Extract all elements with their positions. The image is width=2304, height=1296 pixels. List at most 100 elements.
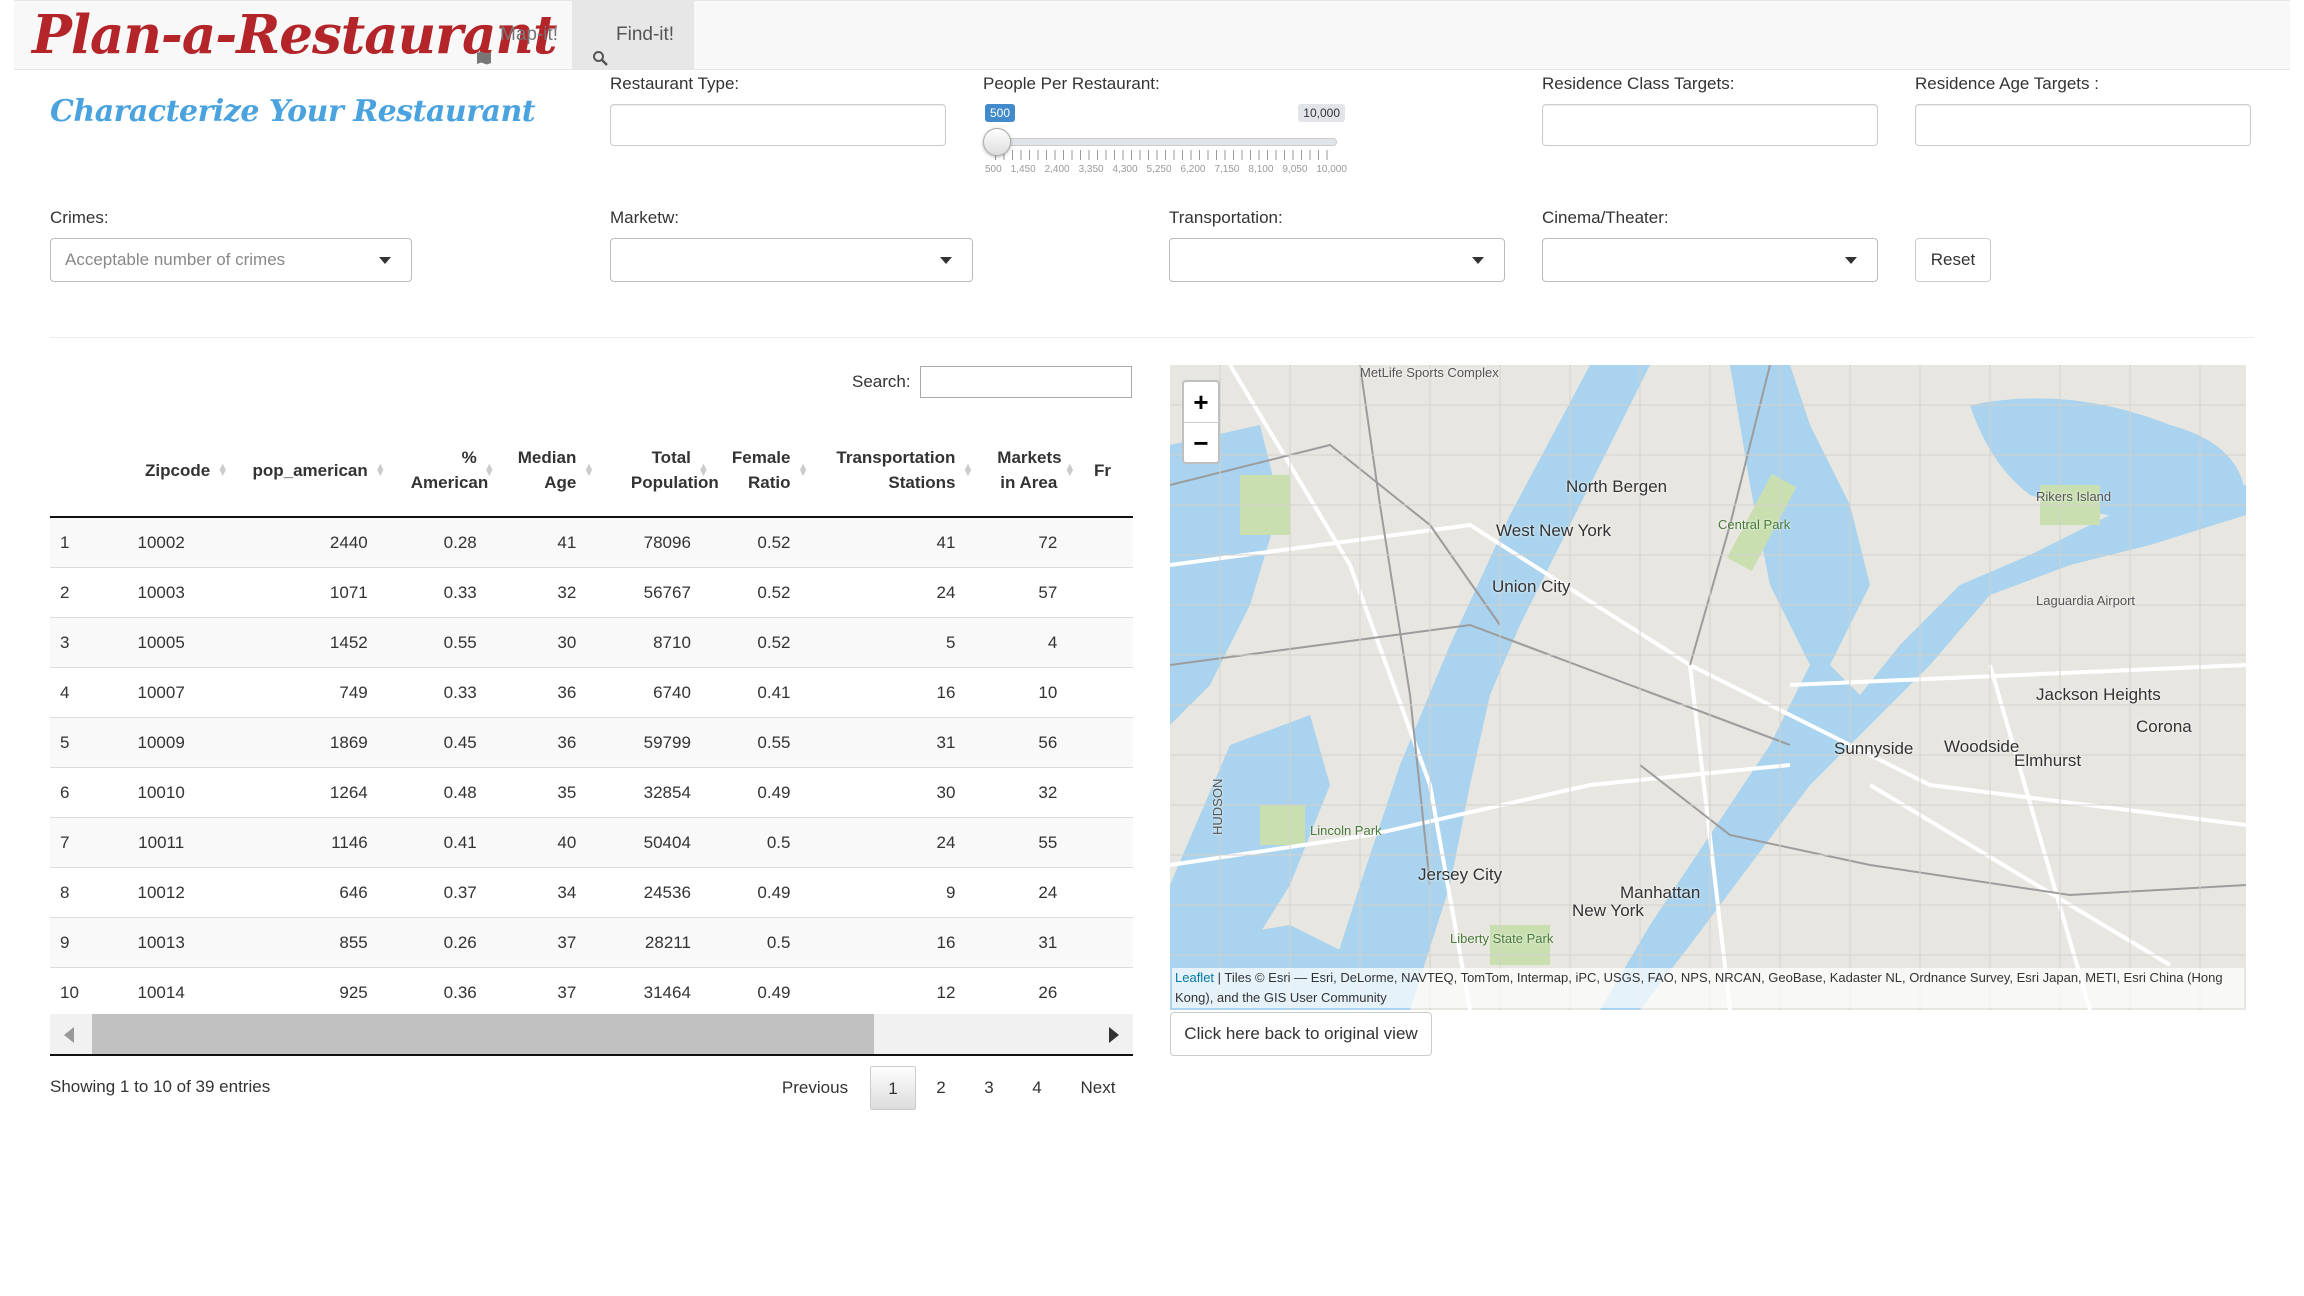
slider-track[interactable] (993, 138, 1337, 146)
search-input[interactable] (920, 366, 1132, 398)
table-cell: 59799 (598, 717, 713, 768)
table-cell (1079, 867, 1133, 918)
scroll-left-icon[interactable] (64, 1027, 74, 1043)
table-cell: 0.48 (389, 767, 499, 818)
pagination-page-1[interactable]: 1 (870, 1066, 916, 1110)
table-cell: 37 (498, 917, 599, 968)
slider-grid-label: 6,200 (1180, 164, 1206, 175)
table-cell: 10010 (106, 767, 233, 818)
table-cell (1079, 516, 1133, 568)
tab-find-it[interactable]: Find-it! (572, 1, 695, 69)
map-label-liberty-state-park: Liberty State Park (1450, 931, 1554, 946)
search-icon (592, 27, 608, 66)
table-info: Showing 1 to 10 of 39 entries (50, 1077, 271, 1096)
column-header[interactable]: pop_american ▲ ▼ (232, 424, 390, 518)
column-header[interactable]: % American ▲ ▼ (389, 424, 499, 518)
cinema-label: Cinema/Theater: (1542, 208, 1669, 227)
table-cell: 0.5 (712, 817, 813, 868)
slider-handle[interactable] (983, 128, 1011, 156)
table-cell: 37 (498, 967, 599, 1014)
column-header[interactable]: Female Ratio ▲ ▼ (712, 424, 813, 518)
column-header[interactable]: Transportation Stations ▲ ▼ (812, 424, 978, 518)
table-row[interactable]: 7 10011 1146 0.41 40 50404 0.5 24 55 (50, 817, 1133, 868)
pagination-previous[interactable]: Previous (770, 1066, 860, 1110)
table-cell (1079, 667, 1133, 718)
table-cell (1079, 967, 1133, 1014)
table-cell: 10013 (106, 917, 233, 968)
scrollbar-thumb[interactable] (92, 1014, 874, 1054)
table-cell: 55 (977, 817, 1080, 868)
map-label-sunnyside: Sunnyside (1834, 739, 1914, 758)
table-cell: 0.49 (712, 867, 813, 918)
residence-class-input[interactable] (1542, 104, 1878, 146)
zoom-control: + − (1182, 380, 1220, 464)
table-cell: 10 (50, 967, 107, 1014)
horizontal-scrollbar[interactable] (50, 1014, 1133, 1056)
pagination-next[interactable]: Next (1070, 1066, 1126, 1110)
column-header[interactable]: Median Age ▲ ▼ (498, 424, 599, 518)
crimes-select[interactable]: Acceptable number of crimes (50, 238, 412, 282)
table-row[interactable]: 1 10002 2440 0.28 41 78096 0.52 41 72 (50, 516, 1133, 568)
reset-map-view-button[interactable]: Click here back to original view (1170, 1012, 1432, 1056)
table-cell: 31 (812, 717, 978, 768)
table-cell: 10011 (106, 817, 233, 868)
table-cell: 9 (50, 917, 107, 968)
map-label-rikers: Rikers Island (2036, 489, 2112, 504)
navbar: Plan-a-Restaurant Map-it! Find-it! (14, 0, 2290, 70)
table-cell: 0.5 (712, 917, 813, 968)
column-header[interactable]: Zipcode ▲ ▼ (106, 424, 233, 518)
table-cell: 10 (977, 667, 1080, 718)
zoom-in-button[interactable]: + (1184, 382, 1218, 423)
table-cell: 8710 (598, 617, 713, 668)
scroll-right-icon[interactable] (1109, 1027, 1119, 1043)
pagination-page-4[interactable]: 4 (1014, 1066, 1060, 1110)
table-row[interactable]: 5 10009 1869 0.45 36 59799 0.55 31 56 (50, 717, 1133, 768)
cinema-select[interactable] (1542, 238, 1878, 282)
table-cell: 0.55 (712, 717, 813, 768)
map-label-metlife: MetLife Sports Complex (1360, 365, 1499, 380)
table-row[interactable]: 9 10013 855 0.26 37 28211 0.5 16 31 (50, 917, 1133, 968)
chevron-down-icon (940, 257, 952, 264)
table-cell: 32854 (598, 767, 713, 818)
table-cell: 24 (812, 817, 978, 868)
table-cell: 6 (50, 767, 107, 818)
people-per-restaurant-slider[interactable]: 500 10,000 500 1,450 2,400 3,350 4,300 5,250 6… (983, 100, 1347, 180)
map-label-lincoln-park: Lincoln Park (1310, 823, 1382, 838)
table-cell (1079, 567, 1133, 618)
table-row[interactable]: 2 10003 1071 0.33 32 56767 0.52 24 57 (50, 567, 1133, 618)
reset-button[interactable]: Reset (1915, 238, 1991, 282)
map-view[interactable]: North Bergen West New York Union City Je… (1170, 365, 2246, 1010)
table-header-row: Zipcode ▲ ▼ pop_american ▲ ▼% American ▲ ▼ Media… (50, 424, 1133, 518)
table-row[interactable]: 10 10014 925 0.36 37 31464 0.49 12 26 (50, 967, 1133, 1014)
table-cell: 3 (50, 617, 107, 668)
residence-age-input[interactable] (1915, 104, 2251, 146)
table-cell (1079, 817, 1133, 868)
table-cell: 10009 (106, 717, 233, 768)
pagination-page-3[interactable]: 3 (966, 1066, 1012, 1110)
transportation-select[interactable] (1169, 238, 1505, 282)
restaurant-type-input[interactable] (610, 104, 946, 146)
table-row[interactable]: 3 10005 1452 0.55 30 8710 0.52 5 4 (50, 617, 1133, 668)
tab-map-it[interactable]: Map-it! (456, 1, 578, 69)
table-row[interactable]: 8 10012 646 0.37 34 24536 0.49 9 24 (50, 867, 1133, 918)
pagination-page-2[interactable]: 2 (918, 1066, 964, 1110)
column-header[interactable]: Total Population ▲ ▼ (598, 424, 719, 518)
table-cell: 32 (498, 567, 599, 618)
results-table: Zipcode ▲ ▼ pop_american ▲ ▼% American ▲ ▼ Media… (50, 424, 1133, 1014)
table-cell: 24 (977, 867, 1080, 918)
column-header-label: Markets in Area (997, 448, 1062, 492)
table-cell (1079, 917, 1133, 968)
slider-min-label: 500 (985, 104, 1016, 122)
slider-grid-label: 4,300 (1112, 164, 1138, 175)
table-row[interactable]: 6 10010 1264 0.48 35 32854 0.49 30 32 (50, 767, 1133, 818)
table-cell: 0.33 (389, 567, 499, 618)
table-cell: 36 (498, 667, 599, 718)
leaflet-link[interactable]: Leaflet (1175, 970, 1214, 985)
map-label-central-park: Central Park (1718, 517, 1791, 532)
zoom-out-button[interactable]: − (1184, 423, 1218, 463)
table-cell: 50404 (598, 817, 713, 868)
column-header[interactable]: Markets in Area ▲ ▼ (977, 424, 1080, 518)
market-select[interactable] (610, 238, 973, 282)
chevron-down-icon (379, 257, 391, 264)
table-row[interactable]: 4 10007 749 0.33 36 6740 0.41 16 10 (50, 667, 1133, 718)
